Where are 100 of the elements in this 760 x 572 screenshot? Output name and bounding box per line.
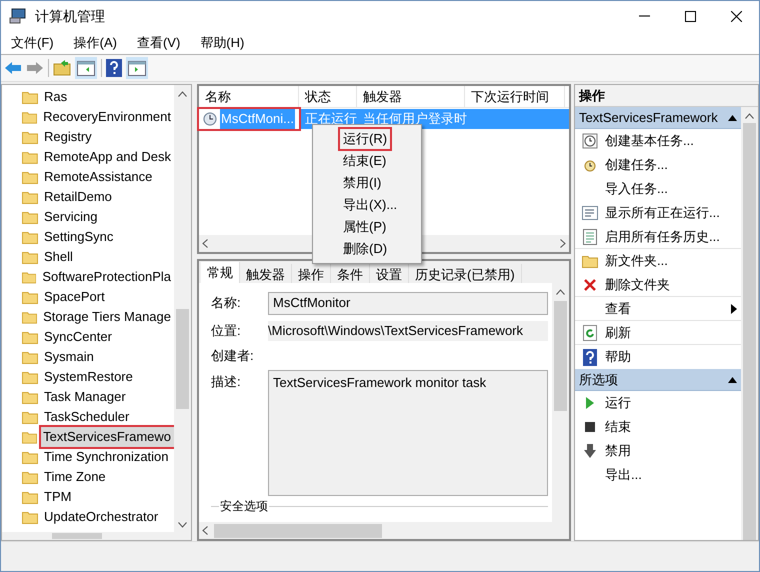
tree-item[interactable]: SettingSync [44,227,116,247]
tree-item[interactable]: TextServicesFramewo [41,427,174,447]
help-icon[interactable] [106,59,122,77]
back-arrow-icon[interactable] [4,61,22,75]
description-field: TextServicesFramework monitor task [268,370,548,496]
folder-icon [22,270,36,284]
close-icon [730,10,742,22]
vertical-scrollbar[interactable] [741,107,758,540]
vertical-scrollbar[interactable] [174,85,191,532]
tree-item[interactable]: Servicing [44,207,100,227]
tree-item[interactable]: UpdateOrchestrator [44,507,162,527]
menu-item[interactable]: 文件(F) [11,32,54,52]
group-title: 所选项 [579,370,618,389]
menu-item[interactable]: 查看(V) [136,32,180,52]
collapse-icon[interactable] [728,376,737,382]
scroll-up-icon[interactable] [178,91,187,97]
group-header[interactable]: 所选项 [575,369,741,391]
action-item[interactable]: 导入任务... [575,177,741,201]
action-item[interactable]: 新文件夹... [575,249,741,273]
folder-icon [582,254,598,268]
menu-item[interactable]: 禁用(I) [313,172,421,194]
tree-item[interactable]: TaskScheduler [44,407,132,427]
action-item[interactable]: 结束 [575,415,741,439]
scroll-up-icon[interactable] [556,289,565,295]
folder-icon [22,370,38,384]
play-icon [585,397,595,409]
column-header[interactable]: 触发器 [357,86,465,108]
folder-icon [22,190,38,204]
forward-arrow-icon[interactable] [26,61,44,75]
minimize-icon [638,15,650,17]
tree-item[interactable]: SpacePort [44,287,108,307]
menu-item[interactable]: 帮助(H) [200,32,244,52]
horizontal-scrollbar[interactable] [2,532,191,540]
stop-icon [585,422,595,432]
list-icon [582,206,598,220]
action-item[interactable]: 刷新 [575,321,741,345]
action-item[interactable]: 导出... [575,463,741,487]
refresh-icon [583,324,597,340]
action-item[interactable]: 禁用 [575,439,741,463]
action-item[interactable]: 运行 [575,391,741,415]
tree-item[interactable]: SoftwareProtectionPla [42,267,174,287]
menu-item[interactable]: 删除(D) [313,238,421,260]
up-folder-icon[interactable] [53,60,71,76]
tree-item[interactable]: Ras [44,87,70,107]
scroll-left-icon[interactable] [202,526,208,535]
folder-icon [22,410,38,424]
scroll-left-icon[interactable] [202,239,208,248]
scrollbar-thumb[interactable] [176,309,189,409]
menu-item[interactable]: 运行(R) [313,128,421,150]
menu-item[interactable]: 导出(X)... [313,194,421,216]
tree-item[interactable]: Time Synchronization [44,447,172,467]
tree-item[interactable]: SyncCenter [44,327,115,347]
folder-icon [22,470,38,484]
folder-icon [22,490,38,504]
folder-icon [22,230,38,244]
field-label: 创建者: [211,347,255,366]
tree-item[interactable]: Registry [44,127,95,147]
folder-icon [22,90,38,104]
action-item[interactable]: 帮助 [575,345,741,369]
tree-item[interactable]: SystemRestore [44,367,136,387]
folder-icon [22,310,38,324]
name-field: MsCtfMonitor [268,292,548,314]
tree-item[interactable]: RetailDemo [44,187,115,207]
tree-item[interactable]: Task Manager [44,387,129,407]
folder-icon [22,330,38,344]
group-label: 安全选项 [219,497,269,515]
tree-item[interactable]: RecoveryEnvironment [43,107,174,127]
tab[interactable]: 常规 [201,262,240,283]
tree-item[interactable]: Time Zone [44,467,109,487]
clock-icon [203,112,217,126]
field-label: 描述: [211,373,242,391]
pane-title: 操作 [575,85,758,107]
task-name: MsCtfMoni... [220,109,295,129]
tree-item[interactable]: Sysmain [44,347,97,367]
action-item[interactable]: 删除文件夹 [575,273,741,297]
submenu-arrow-icon [731,304,737,314]
scroll-up-icon[interactable] [745,113,754,119]
action-item[interactable]: 显示所有正在运行... [575,201,741,225]
tree-item[interactable]: Shell [44,247,76,267]
window-title: 计算机管理 [35,6,105,26]
folder-icon [22,130,38,144]
folder-icon [22,450,38,464]
scroll-down-icon[interactable] [178,522,187,528]
field-label: 名称: [211,294,242,312]
menu-item[interactable]: 操作(A) [74,32,117,52]
menu-item[interactable]: 属性(P) [313,216,421,238]
tree-item[interactable]: Storage Tiers Manage [43,307,174,327]
scroll-right-icon[interactable] [560,239,566,248]
group-header[interactable]: TextServicesFramework [575,107,741,129]
action-item[interactable]: 创建基本任务... [575,129,741,153]
tree-item[interactable]: TPM [44,487,74,507]
action-item[interactable]: 创建任务... [575,153,741,177]
column-header[interactable]: 下次运行时间 [465,86,565,108]
tree-item[interactable]: RemoteAssistance [44,167,156,187]
menu-item[interactable]: 结束(E) [313,150,421,172]
scrollbar-thumb[interactable] [554,301,567,411]
tree-item[interactable]: RemoteApp and Desk [44,147,174,167]
scrollbar-thumb[interactable] [743,123,756,540]
collapse-icon[interactable] [728,114,737,120]
action-item[interactable]: 启用所有任务历史... [575,225,741,249]
